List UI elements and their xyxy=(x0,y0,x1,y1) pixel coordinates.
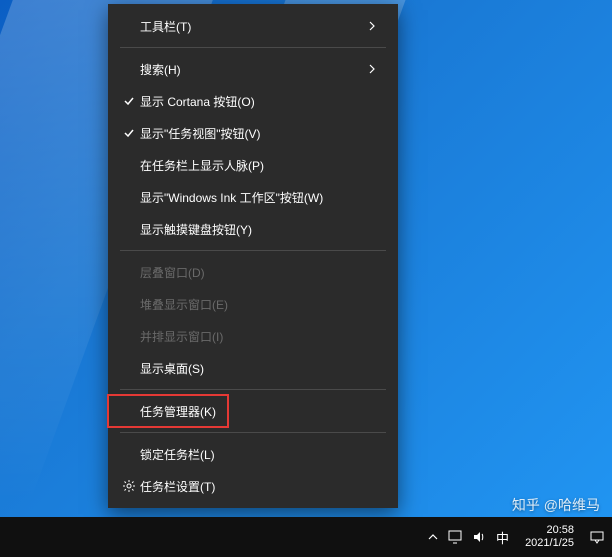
menu-separator xyxy=(120,47,386,48)
menu-item-label: 任务管理器(K) xyxy=(140,403,384,420)
menu-item-label: 在任务栏上显示人脉(P) xyxy=(140,157,384,174)
tray-overflow-chevron[interactable] xyxy=(428,532,438,542)
volume-icon[interactable] xyxy=(472,530,486,544)
menu-item-show-ink[interactable]: 显示"Windows Ink 工作区"按钮(W) xyxy=(108,181,398,213)
check-icon xyxy=(118,95,140,107)
taskbar: 中 20:58 2021/1/25 xyxy=(0,517,612,557)
menu-item-search[interactable]: 搜索(H) xyxy=(108,53,398,85)
tray-clock[interactable]: 20:58 2021/1/25 xyxy=(525,524,574,550)
menu-item-label: 工具栏(T) xyxy=(140,18,368,35)
watermark-text: 知乎 @哈维马 xyxy=(512,495,600,515)
menu-item-show-touchkb[interactable]: 显示触摸键盘按钮(Y) xyxy=(108,213,398,245)
menu-item-label: 显示触摸键盘按钮(Y) xyxy=(140,221,384,238)
tray-time: 20:58 xyxy=(525,524,574,537)
menu-item-label: 堆叠显示窗口(E) xyxy=(140,296,384,313)
menu-item-show-desktop[interactable]: 显示桌面(S) xyxy=(108,352,398,384)
menu-separator xyxy=(120,432,386,433)
system-tray: 中 20:58 2021/1/25 xyxy=(428,524,604,550)
ime-indicator[interactable]: 中 xyxy=(496,528,509,547)
menu-item-lock-taskbar[interactable]: 锁定任务栏(L) xyxy=(108,438,398,470)
menu-item-show-taskview[interactable]: 显示"任务视图"按钮(V) xyxy=(108,117,398,149)
chevron-right-icon xyxy=(368,64,384,74)
menu-item-label: 并排显示窗口(I) xyxy=(140,328,384,345)
menu-separator xyxy=(120,250,386,251)
menu-item-label: 显示"任务视图"按钮(V) xyxy=(140,125,384,142)
action-center-icon[interactable] xyxy=(590,530,604,544)
tray-date: 2021/1/25 xyxy=(525,537,574,550)
menu-item-label: 显示桌面(S) xyxy=(140,360,384,377)
menu-item-stack: 堆叠显示窗口(E) xyxy=(108,288,398,320)
network-icon[interactable] xyxy=(448,530,462,544)
menu-item-cascade: 层叠窗口(D) xyxy=(108,256,398,288)
menu-item-taskbar-settings[interactable]: 任务栏设置(T) xyxy=(108,470,398,502)
menu-item-label: 任务栏设置(T) xyxy=(140,478,384,495)
menu-item-label: 显示 Cortana 按钮(O) xyxy=(140,93,384,110)
menu-item-show-cortana[interactable]: 显示 Cortana 按钮(O) xyxy=(108,85,398,117)
menu-item-label: 搜索(H) xyxy=(140,61,368,78)
menu-item-label: 显示"Windows Ink 工作区"按钮(W) xyxy=(140,189,384,206)
menu-separator xyxy=(120,389,386,390)
check-icon xyxy=(118,127,140,139)
menu-item-task-manager[interactable]: 任务管理器(K) xyxy=(108,395,398,427)
gear-icon xyxy=(118,479,140,493)
menu-item-toolbars[interactable]: 工具栏(T) xyxy=(108,10,398,42)
chevron-right-icon xyxy=(368,21,384,31)
menu-item-show-people[interactable]: 在任务栏上显示人脉(P) xyxy=(108,149,398,181)
menu-item-label: 层叠窗口(D) xyxy=(140,264,384,281)
menu-item-sidebyside: 并排显示窗口(I) xyxy=(108,320,398,352)
taskbar-context-menu: 工具栏(T) 搜索(H) 显示 Cortana 按钮(O) 显示"任务视图"按钮(V)… xyxy=(108,4,398,508)
menu-item-label: 锁定任务栏(L) xyxy=(140,446,384,463)
